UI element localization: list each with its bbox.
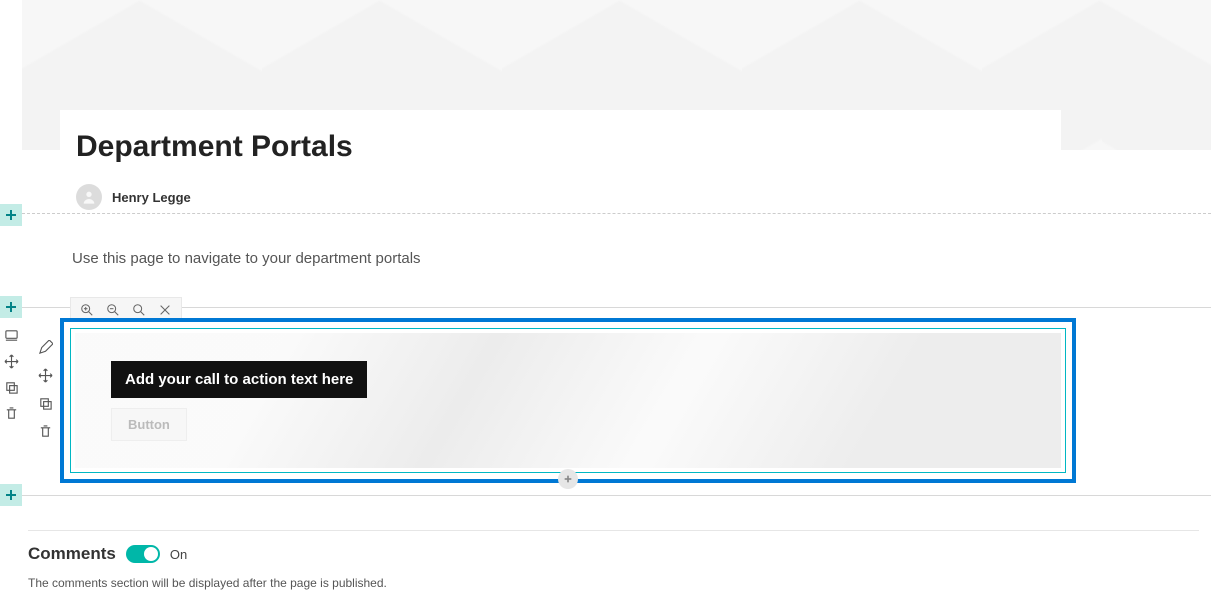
- comments-divider: [28, 530, 1199, 531]
- call-to-action-webpart[interactable]: Add your call to action text here Button: [60, 318, 1076, 483]
- comments-row: Comments On: [28, 544, 187, 564]
- add-section-button[interactable]: [0, 296, 22, 318]
- edit-webpart-icon[interactable]: [36, 338, 54, 356]
- webpart-toolbar: [34, 338, 56, 440]
- cta-button[interactable]: Button: [111, 408, 187, 441]
- add-section-button[interactable]: [0, 484, 22, 506]
- comments-label: Comments: [28, 544, 116, 564]
- delete-webpart-icon[interactable]: [36, 422, 54, 440]
- close-icon[interactable]: [157, 302, 173, 318]
- author-row: Henry Legge: [76, 184, 1045, 210]
- comments-toggle-state: On: [170, 547, 187, 562]
- add-section-button[interactable]: [0, 204, 22, 226]
- section-boundary: [22, 495, 1211, 496]
- title-area: Department Portals Henry Legge: [60, 110, 1061, 224]
- comments-toggle[interactable]: [126, 545, 160, 563]
- duplicate-webpart-icon[interactable]: [36, 394, 54, 412]
- page-title[interactable]: Department Portals: [76, 130, 1045, 164]
- page-description[interactable]: Use this page to navigate to your depart…: [72, 250, 421, 267]
- cta-inner: Add your call to action text here Button: [70, 328, 1066, 473]
- edit-section-icon[interactable]: [2, 326, 20, 344]
- avatar: [76, 184, 102, 210]
- title-divider: [22, 213, 1211, 214]
- zoom-in-icon[interactable]: [79, 302, 95, 318]
- section-toolbar: [0, 326, 22, 422]
- move-section-icon[interactable]: [2, 352, 20, 370]
- zoom-reset-icon[interactable]: [131, 302, 147, 318]
- duplicate-section-icon[interactable]: [2, 378, 20, 396]
- zoom-out-icon[interactable]: [105, 302, 121, 318]
- delete-section-icon[interactable]: [2, 404, 20, 422]
- comments-note: The comments section will be displayed a…: [28, 576, 387, 590]
- add-webpart-handle[interactable]: [558, 469, 578, 489]
- cta-background: Add your call to action text here Button: [75, 333, 1061, 468]
- cta-text[interactable]: Add your call to action text here: [111, 361, 367, 398]
- section-boundary: [22, 307, 1211, 308]
- author-name[interactable]: Henry Legge: [112, 190, 191, 205]
- move-webpart-icon[interactable]: [36, 366, 54, 384]
